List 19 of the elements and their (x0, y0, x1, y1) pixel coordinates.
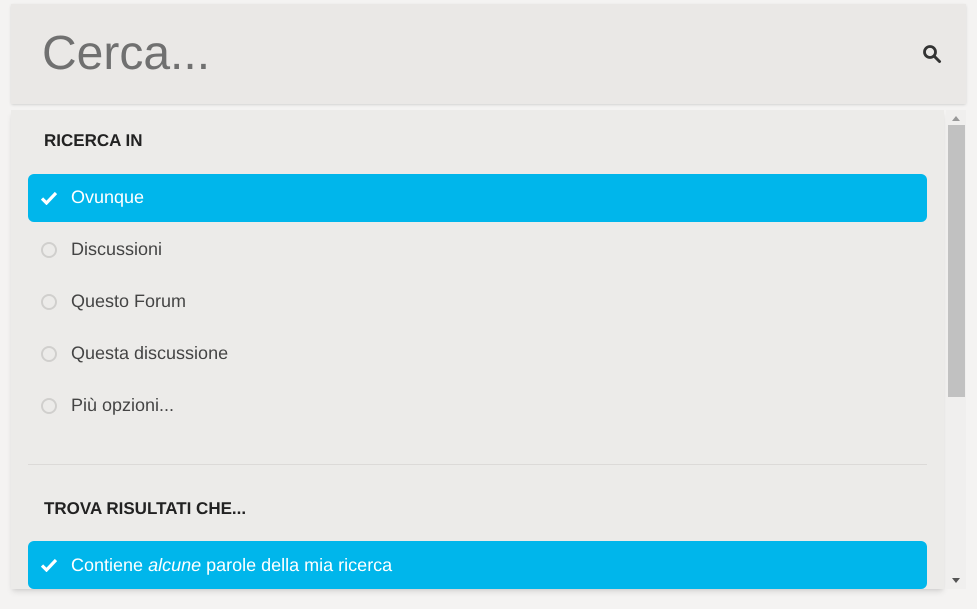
search-icon[interactable] (922, 44, 942, 64)
scrollbar[interactable] (946, 110, 966, 589)
section-heading: RICERCA IN (43, 130, 144, 152)
check-icon (41, 558, 57, 572)
search-option[interactable]: Più opzioni... (28, 382, 927, 430)
search-option[interactable]: Questa discussione (28, 330, 927, 378)
scroll-down-icon[interactable] (951, 577, 961, 585)
check-icon (41, 190, 57, 204)
radio-icon (41, 242, 57, 258)
radio-icon (41, 346, 57, 362)
scroll-thumb[interactable] (948, 125, 964, 397)
search-bar[interactable]: Cerca... (11, 4, 966, 104)
radio-icon (41, 294, 57, 310)
radio-icon (41, 398, 57, 414)
search-option[interactable]: Questo Forum (28, 278, 927, 326)
search-option[interactable]: Discussioni (28, 226, 927, 274)
search-field[interactable]: Cerca... (42, 18, 922, 90)
scroll-up-icon[interactable] (951, 114, 961, 122)
section-heading: TROVA RISULTATI CHE... (43, 498, 248, 520)
